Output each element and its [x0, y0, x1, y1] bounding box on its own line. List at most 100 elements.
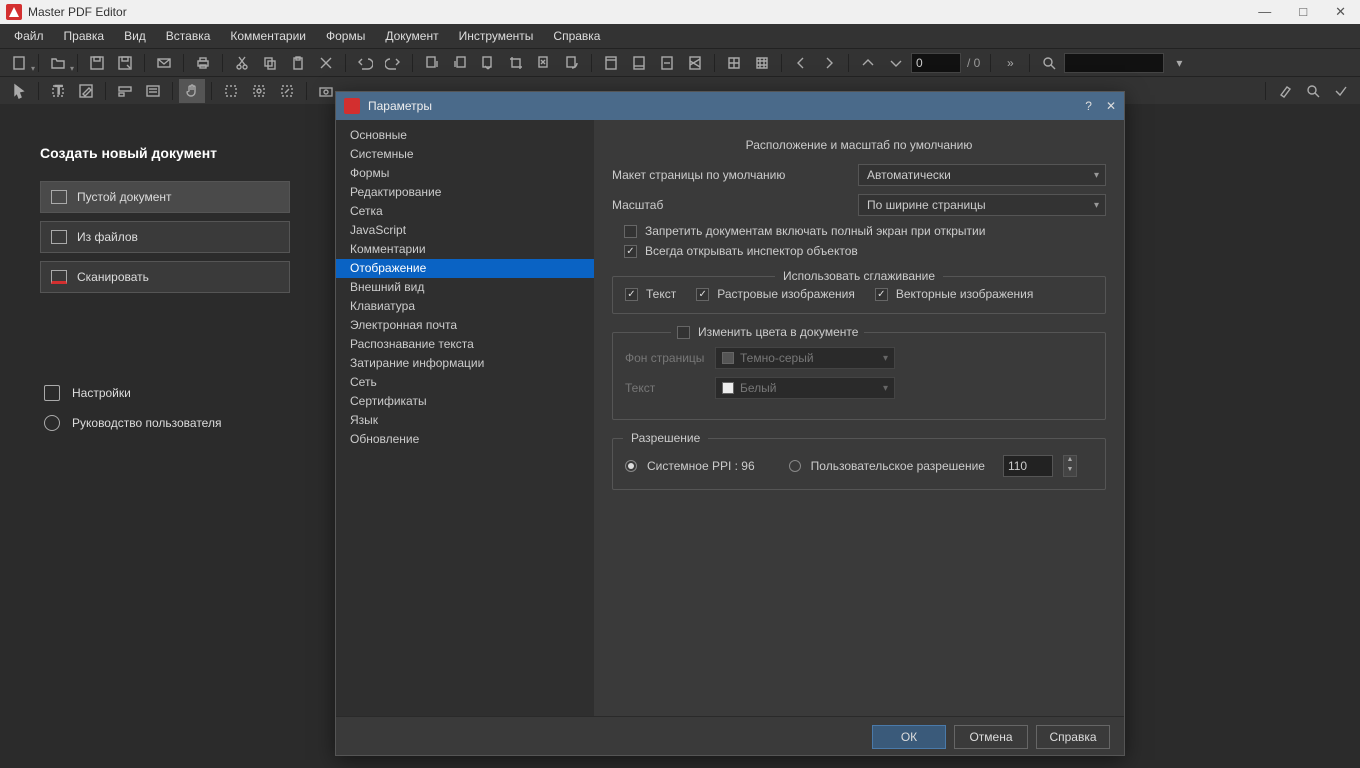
ppi-spinner[interactable]: ▲▼ [1063, 455, 1077, 477]
new-doc-button[interactable] [6, 51, 32, 75]
menu-file[interactable]: Файл [6, 27, 52, 45]
search-icon[interactable] [1036, 51, 1062, 75]
edit-text-tool[interactable] [73, 79, 99, 103]
insert-after-button[interactable] [447, 51, 473, 75]
menu-help[interactable]: Справка [545, 27, 608, 45]
dialog-close-icon[interactable]: ✕ [1106, 99, 1116, 113]
system-ppi-label: Системное PPI : 96 [647, 459, 755, 473]
background-button[interactable] [682, 51, 708, 75]
save-button[interactable] [84, 51, 110, 75]
hand-tool[interactable] [179, 79, 205, 103]
menu-tools[interactable]: Инструменты [451, 27, 542, 45]
scan-button[interactable]: Сканировать [40, 261, 290, 293]
menu-insert[interactable]: Вставка [158, 27, 219, 45]
grid2-icon[interactable] [749, 51, 775, 75]
dialog-help-icon[interactable]: ? [1085, 99, 1092, 113]
radio-system-ppi[interactable] [625, 460, 637, 472]
spinner-up-icon[interactable]: ▲ [1064, 456, 1076, 466]
layout-select[interactable]: Автоматически [858, 164, 1106, 186]
print-button[interactable] [190, 51, 216, 75]
blank-doc-button[interactable]: Пустой документ [40, 181, 290, 213]
sidebar-item-4[interactable]: Сетка [336, 202, 594, 221]
highlight-tool[interactable] [1272, 79, 1298, 103]
sidebar-item-16[interactable]: Обновление [336, 430, 594, 449]
smooth-raster-checkbox[interactable]: Растровые изображения [696, 287, 855, 301]
copy-button[interactable] [257, 51, 283, 75]
sidebar-item-9[interactable]: Клавиатура [336, 297, 594, 316]
menu-forms[interactable]: Формы [318, 27, 373, 45]
cancel-button[interactable]: Отмена [954, 725, 1028, 749]
sidebar-item-2[interactable]: Формы [336, 164, 594, 183]
snapshot-tool[interactable] [246, 79, 272, 103]
sidebar-item-8[interactable]: Внешний вид [336, 278, 594, 297]
close-icon[interactable]: ✕ [1335, 4, 1346, 20]
change-colors-checkbox[interactable]: Изменить цвета в документе [671, 325, 864, 339]
delete-page-button[interactable] [531, 51, 557, 75]
undo-button[interactable] [352, 51, 378, 75]
select-tool[interactable] [6, 79, 32, 103]
sidebar-item-14[interactable]: Сертификаты [336, 392, 594, 411]
redo-button[interactable] [380, 51, 406, 75]
edit-forms-tool[interactable] [112, 79, 138, 103]
sidebar-item-13[interactable]: Сеть [336, 373, 594, 392]
sidebar-item-5[interactable]: JavaScript [336, 221, 594, 240]
smooth-text-checkbox[interactable]: Текст [625, 287, 676, 301]
menu-document[interactable]: Документ [377, 27, 446, 45]
smooth-vector-checkbox[interactable]: Векторные изображения [875, 287, 1034, 301]
form-list-tool[interactable] [140, 79, 166, 103]
crop-button[interactable] [503, 51, 529, 75]
manual-link[interactable]: Руководство пользователя [40, 415, 300, 431]
delete-button[interactable] [313, 51, 339, 75]
sidebar-item-1[interactable]: Системные [336, 145, 594, 164]
open-button[interactable] [45, 51, 71, 75]
from-files-button[interactable]: Из файлов [40, 221, 290, 253]
minimize-icon[interactable]: — [1258, 4, 1271, 20]
sidebar-item-12[interactable]: Затирание информации [336, 354, 594, 373]
menu-comments[interactable]: Комментарии [222, 27, 314, 45]
marquee-tool[interactable] [218, 79, 244, 103]
maximize-icon[interactable]: □ [1299, 4, 1307, 20]
ok-button[interactable]: ОК [872, 725, 946, 749]
next-page-button[interactable] [816, 51, 842, 75]
sidebar-item-15[interactable]: Язык [336, 411, 594, 430]
inspector-checkbox[interactable]: Всегда открывать инспектор объектов [624, 244, 1106, 258]
radio-user-ppi[interactable] [789, 460, 801, 472]
spinner-down-icon[interactable]: ▼ [1064, 466, 1076, 476]
check-tool[interactable] [1328, 79, 1354, 103]
sidebar-item-0[interactable]: Основные [336, 126, 594, 145]
rotate-button[interactable] [559, 51, 585, 75]
ppi-input[interactable] [1003, 455, 1053, 477]
menu-edit[interactable]: Правка [56, 27, 113, 45]
help-button[interactable]: Справка [1036, 725, 1110, 749]
search-input[interactable] [1064, 53, 1164, 73]
search-dropdown-icon[interactable]: ▾ [1166, 51, 1192, 75]
watermark-button[interactable] [654, 51, 680, 75]
fullscreen-checkbox[interactable]: Запретить документам включать полный экр… [624, 224, 1106, 238]
sidebar-item-6[interactable]: Комментарии [336, 240, 594, 259]
cut-button[interactable] [229, 51, 255, 75]
more-icon[interactable]: » [997, 51, 1023, 75]
sidebar-item-11[interactable]: Распознавание текста [336, 335, 594, 354]
settings-link[interactable]: Настройки [40, 385, 300, 401]
grid1-icon[interactable] [721, 51, 747, 75]
zoom-tool[interactable] [1300, 79, 1326, 103]
header-button[interactable] [598, 51, 624, 75]
email-button[interactable] [151, 51, 177, 75]
sidebar-item-10[interactable]: Электронная почта [336, 316, 594, 335]
zoom-select[interactable]: По ширине страницы [858, 194, 1106, 216]
paste-button[interactable] [285, 51, 311, 75]
footer-button[interactable] [626, 51, 652, 75]
insert-before-button[interactable] [419, 51, 445, 75]
sidebar-item-7[interactable]: Отображение [336, 259, 594, 278]
menu-view[interactable]: Вид [116, 27, 154, 45]
prev-page-button[interactable] [788, 51, 814, 75]
page-down-button[interactable] [883, 51, 909, 75]
sidebar-item-3[interactable]: Редактирование [336, 183, 594, 202]
page-number-input[interactable] [911, 53, 961, 73]
save-as-button[interactable] [112, 51, 138, 75]
link-tool[interactable] [274, 79, 300, 103]
text-select-tool[interactable]: T [45, 79, 71, 103]
checkbox-icon [677, 326, 690, 339]
page-up-button[interactable] [855, 51, 881, 75]
extract-button[interactable] [475, 51, 501, 75]
